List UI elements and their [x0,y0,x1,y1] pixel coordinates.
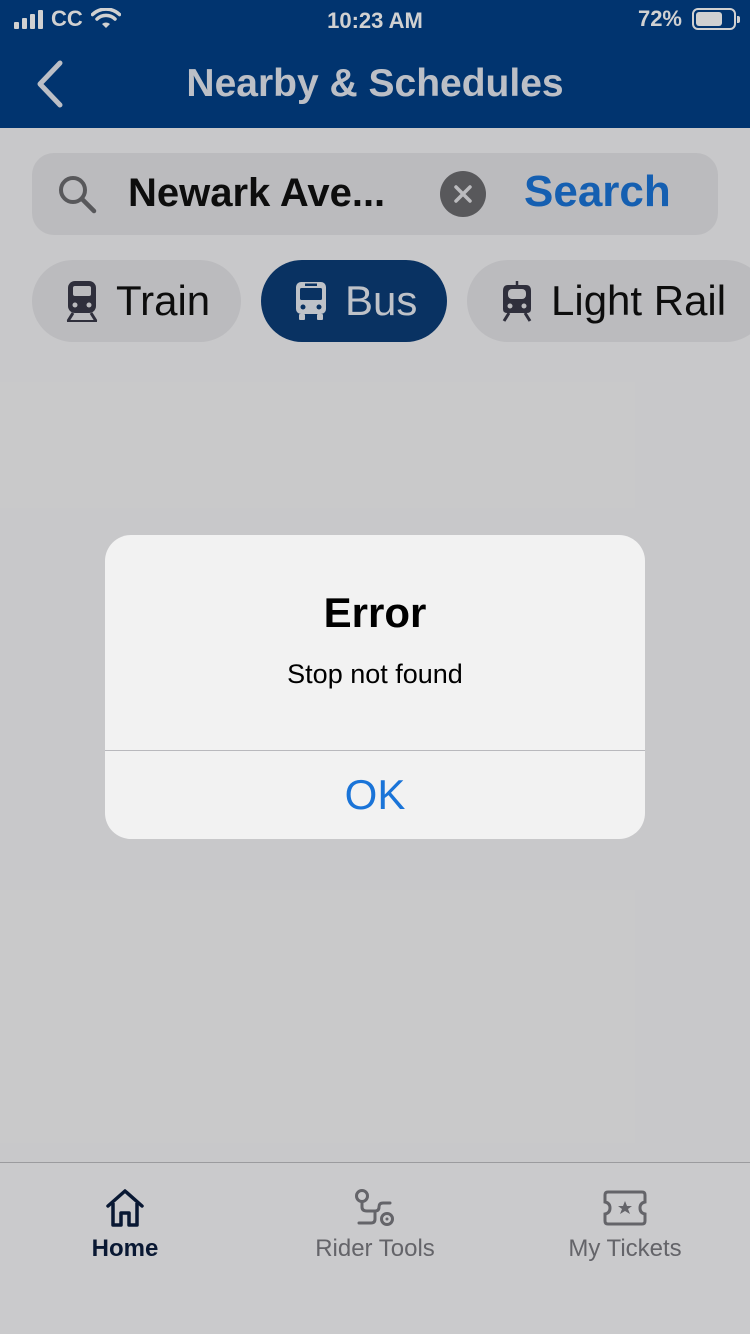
ok-button[interactable]: OK [105,751,645,839]
modal-overlay: Error Stop not found OK [0,0,750,1334]
alert-title: Error [323,589,427,636]
error-alert-dialog: Error Stop not found OK [105,535,645,839]
alert-message: Stop not found [287,659,463,689]
